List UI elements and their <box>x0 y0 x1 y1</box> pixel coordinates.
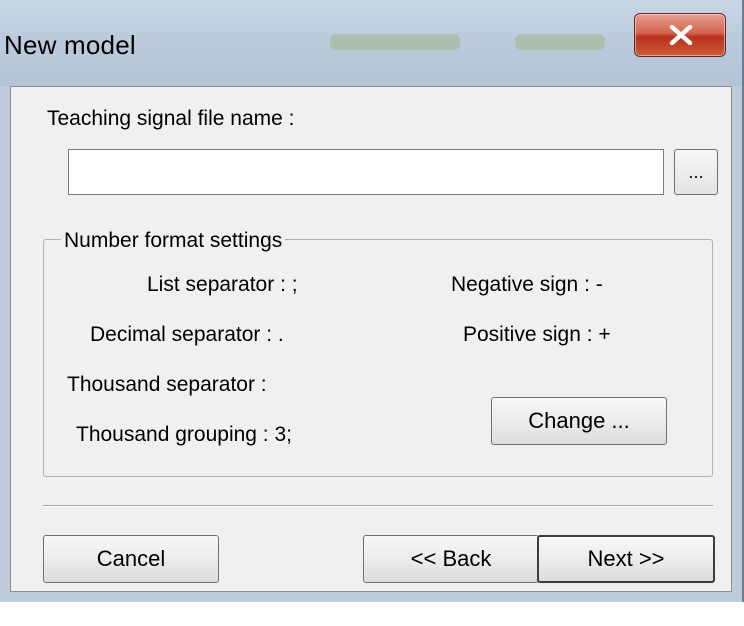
number-format-group-title: Number format settings <box>61 229 286 253</box>
list-separator-label: List separator : ; <box>147 273 298 296</box>
next-button[interactable]: Next >> <box>537 535 715 583</box>
title-bar[interactable]: New model <box>0 0 742 86</box>
negative-sign-label: Negative sign : - <box>451 273 603 296</box>
browse-button[interactable]: ... <box>674 149 718 195</box>
close-button[interactable] <box>634 13 726 57</box>
back-button[interactable]: << Back <box>363 535 539 583</box>
thousand-grouping-label: Thousand grouping : 3; <box>76 423 292 446</box>
window-title: New model <box>4 30 136 60</box>
positive-sign-label: Positive sign : + <box>463 323 611 346</box>
dialog-client-area: Teaching signal file name : ... Number f… <box>10 86 732 592</box>
close-icon <box>669 25 693 45</box>
title-bar-background-blur <box>515 34 605 50</box>
footer-separator <box>43 505 713 507</box>
change-button[interactable]: Change ... <box>491 397 667 445</box>
file-name-input[interactable] <box>68 149 664 195</box>
title-bar-background-blur <box>330 34 460 50</box>
thousand-separator-label: Thousand separator : <box>67 373 267 396</box>
cancel-button[interactable]: Cancel <box>43 535 219 583</box>
decimal-separator-label: Decimal separator : . <box>90 323 284 346</box>
dialog-window: New model Teaching signal file name : ..… <box>0 0 744 602</box>
file-name-label: Teaching signal file name : <box>47 107 295 130</box>
